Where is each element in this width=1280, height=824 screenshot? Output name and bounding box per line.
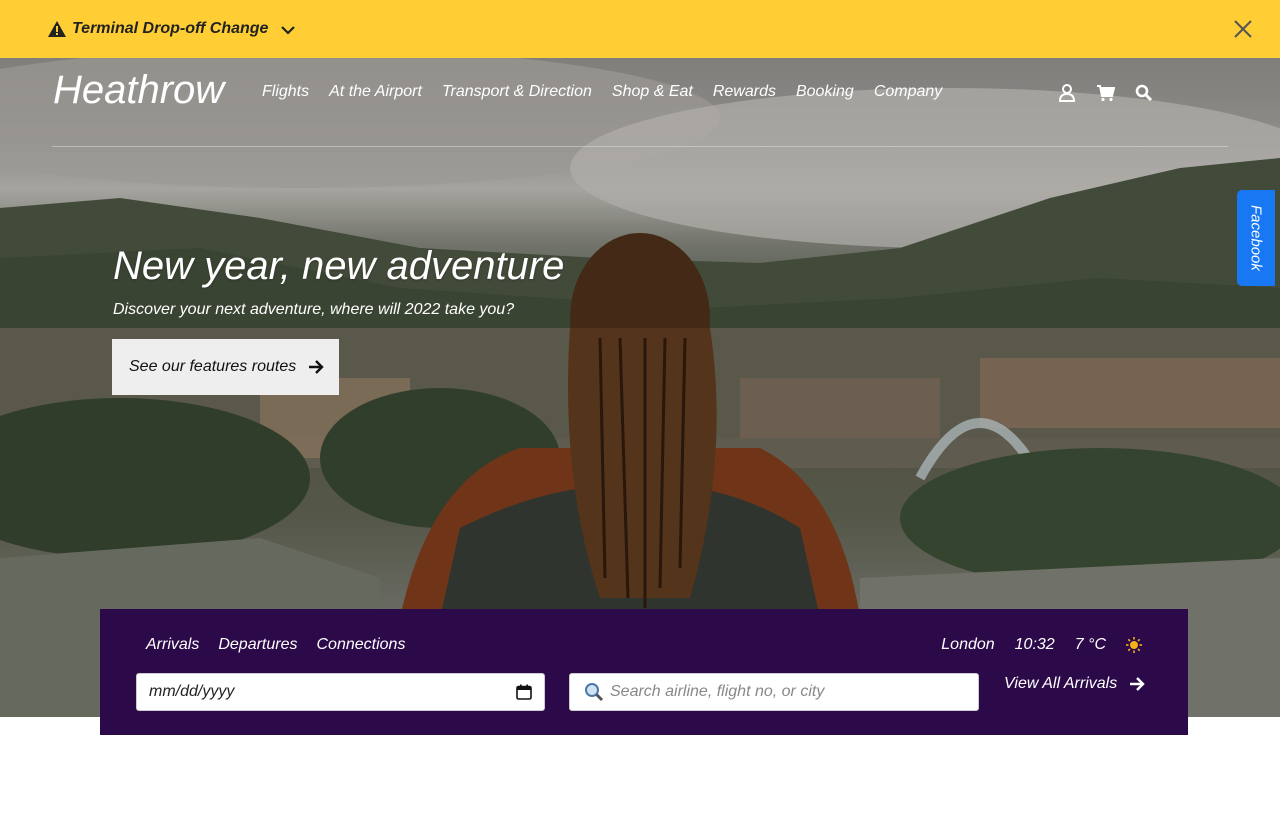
tab-connections[interactable]: Connections	[317, 636, 406, 654]
nav-transport-direction[interactable]: Transport & Direction	[442, 83, 592, 101]
alert-toggle[interactable]: Terminal Drop-off Change	[48, 0, 298, 58]
header-icons	[1058, 84, 1153, 102]
view-all-label: View All Arrivals	[1004, 675, 1118, 692]
cart-icon[interactable]	[1097, 84, 1116, 102]
date-field[interactable]: mm/dd/yyyy	[136, 673, 545, 711]
weather-info: London 10:32 7 °C	[941, 636, 1142, 654]
chevron-down-icon	[280, 23, 298, 35]
temperature-label: 7 °C	[1074, 636, 1106, 653]
header-divider	[52, 146, 1228, 147]
alert-title: Terminal Drop-off Change	[72, 20, 269, 37]
hero-title: New year, new adventure	[113, 244, 565, 288]
user-icon[interactable]	[1058, 84, 1076, 102]
flight-search	[569, 673, 979, 711]
magnifier-icon	[584, 682, 604, 702]
nav-company[interactable]: Company	[874, 83, 942, 101]
nav-flights[interactable]: Flights	[262, 83, 309, 101]
sun-icon	[1126, 637, 1142, 653]
tab-departures[interactable]: Departures	[218, 636, 297, 654]
hero-subtitle: Discover your next adventure, where will…	[113, 301, 515, 318]
arrow-right-icon	[308, 360, 324, 374]
warning-icon	[48, 21, 66, 37]
main-nav: Flights At the Airport Transport & Direc…	[262, 83, 942, 101]
tab-arrivals[interactable]: Arrivals	[146, 636, 199, 654]
heathrow-logo[interactable]: Heathrow	[53, 68, 224, 113]
cta-label: See our features routes	[129, 358, 297, 375]
nav-booking[interactable]: Booking	[796, 83, 854, 101]
search-icon[interactable]	[1135, 84, 1153, 102]
arrow-right-icon	[1129, 677, 1145, 691]
city-label: London	[941, 636, 995, 653]
flight-tabs: Arrivals Departures Connections	[146, 636, 405, 654]
date-placeholder: mm/dd/yyyy	[149, 683, 235, 700]
alert-banner: Terminal Drop-off Change	[0, 0, 1280, 58]
see-routes-button[interactable]: See our features routes	[112, 339, 339, 395]
view-all-arrivals-link[interactable]: View All Arrivals	[1004, 675, 1145, 693]
nav-rewards[interactable]: Rewards	[713, 83, 776, 101]
time-label: 10:32	[1014, 636, 1055, 653]
nav-shop-eat[interactable]: Shop & Eat	[612, 83, 693, 101]
flight-search-input[interactable]	[610, 683, 964, 701]
facebook-label: Facebook	[1247, 205, 1265, 271]
nav-at-the-airport[interactable]: At the Airport	[329, 83, 422, 101]
close-icon[interactable]	[1232, 18, 1254, 40]
calendar-icon[interactable]	[516, 684, 532, 700]
flights-panel: Arrivals Departures Connections London 1…	[100, 609, 1188, 735]
facebook-tab[interactable]: Facebook	[1237, 190, 1275, 286]
